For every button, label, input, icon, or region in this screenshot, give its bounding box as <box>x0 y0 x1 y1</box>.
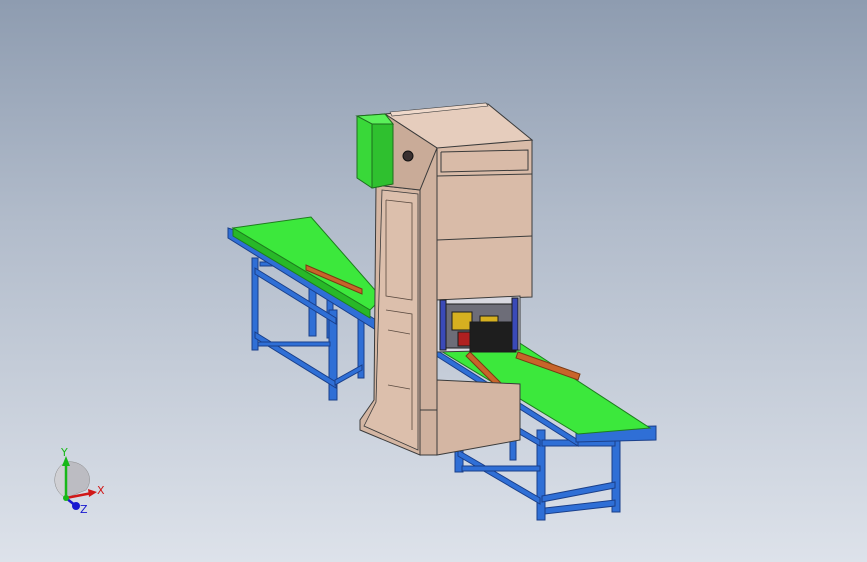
cad-viewport[interactable]: Y X Z <box>0 0 867 562</box>
knob-icon <box>402 150 414 162</box>
axis-triad-icon: Y X Z <box>54 446 105 516</box>
z-axis-label: Z <box>80 503 88 516</box>
y-axis-label: Y <box>60 446 68 459</box>
assembly-model[interactable]: Y X Z <box>0 0 867 562</box>
gripper-mechanism[interactable] <box>436 295 521 353</box>
x-axis-label: X <box>97 484 105 497</box>
control-box[interactable] <box>355 113 395 189</box>
left-conveyor[interactable] <box>227 216 383 401</box>
